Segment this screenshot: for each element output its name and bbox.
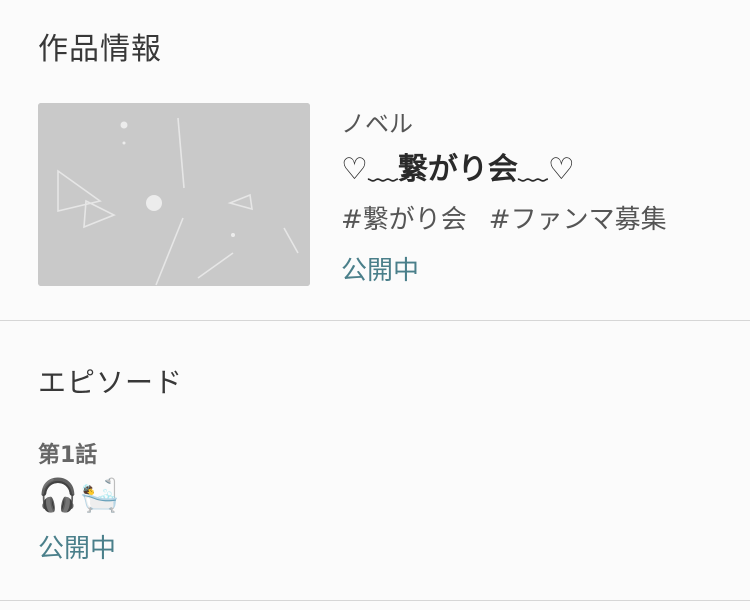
thumbnail-artwork — [38, 103, 310, 286]
episode-heading: エピソード — [38, 366, 184, 399]
tag-link[interactable]: #ファンマ募集 — [489, 205, 667, 235]
genre-label: ノベル — [341, 110, 413, 138]
section-divider — [0, 320, 750, 321]
story-title[interactable]: ♡﹏繋がり会﹏♡ — [341, 144, 575, 188]
work-thumbnail[interactable] — [38, 103, 310, 286]
title-prefix: ♡﹏ — [341, 152, 398, 187]
episode-number: 第1話 — [38, 443, 98, 468]
episode-status: 公開中 — [38, 534, 117, 564]
title-suffix: ﹏♡ — [517, 152, 575, 187]
tag-link[interactable]: #繋がり会 — [341, 205, 467, 235]
title-main: 繋がり会 — [397, 152, 518, 187]
publish-status: 公開中 — [341, 256, 420, 286]
episode-title[interactable]: 🎧🛀 — [38, 476, 122, 514]
section-divider — [0, 600, 750, 601]
work-info-heading: 作品情報 — [38, 32, 162, 67]
tag-list: #繋がり会 #ファンマ募集 — [341, 199, 689, 236]
